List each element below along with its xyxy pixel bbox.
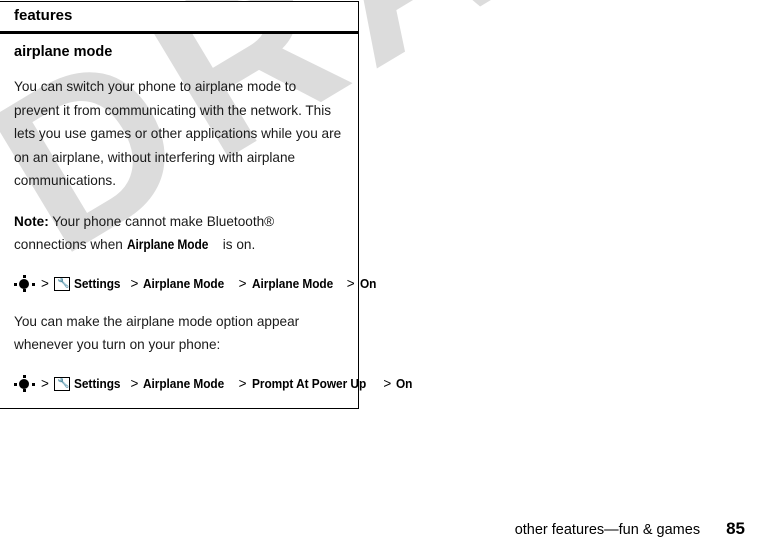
center-select-key-icon xyxy=(14,275,35,292)
section-paragraph-1: You can switch your phone to airplane mo… xyxy=(14,79,342,188)
chapter-header-title: features xyxy=(14,7,73,24)
nav-step-settings: Settings xyxy=(73,376,121,391)
nav-step-on: On xyxy=(359,276,377,291)
center-select-key-icon xyxy=(14,375,35,392)
nav-path-airplane-mode: > 🔧 Settings > Airplane Mode > Airplane … xyxy=(14,274,376,294)
nav-separator: > xyxy=(238,376,247,391)
nav-step-settings: Settings xyxy=(73,276,121,291)
note-menu-term: Airplane Mode xyxy=(126,237,208,252)
nav-separator: > xyxy=(238,276,247,291)
nav-step-prompt-at-power-up: Prompt At Power Up xyxy=(251,376,366,391)
nav-separator: > xyxy=(383,376,392,391)
nav-separator: > xyxy=(346,276,355,291)
section-note-paragraph: Note: Your phone cannot make Bluetooth® … xyxy=(14,210,345,257)
nav-step-airplane-mode: Airplane Mode xyxy=(143,276,225,291)
footer-title: other features—fun & games xyxy=(514,522,701,538)
nav-step-airplane-mode-2: Airplane Mode xyxy=(251,276,333,291)
nav-separator: > xyxy=(130,276,139,291)
content-box: features airplane mode You can switch yo… xyxy=(0,1,413,409)
nav-separator: > xyxy=(41,376,49,391)
note-text-after: is on. xyxy=(222,237,256,252)
settings-wrench-icon: 🔧 xyxy=(53,376,70,391)
nav-step-on: On xyxy=(396,376,413,391)
chapter-header: features xyxy=(0,2,358,34)
page-footer: other features—fun & games 85 xyxy=(515,519,745,539)
nav-step-airplane-mode: Airplane Mode xyxy=(143,376,225,391)
section-body: airplane mode You can switch your phone … xyxy=(0,34,413,408)
section-title: airplane mode xyxy=(14,44,113,60)
section-paragraph-2: You can make the airplane mode option ap… xyxy=(14,313,300,353)
settings-wrench-icon: 🔧 xyxy=(53,276,70,291)
footer-page-number: 85 xyxy=(726,519,745,538)
note-label: Note: xyxy=(14,213,49,229)
nav-separator: > xyxy=(130,376,139,391)
nav-separator: > xyxy=(41,276,49,291)
nav-path-prompt-at-power-up: > 🔧 Settings > Airplane Mode > Prompt At… xyxy=(14,374,413,394)
